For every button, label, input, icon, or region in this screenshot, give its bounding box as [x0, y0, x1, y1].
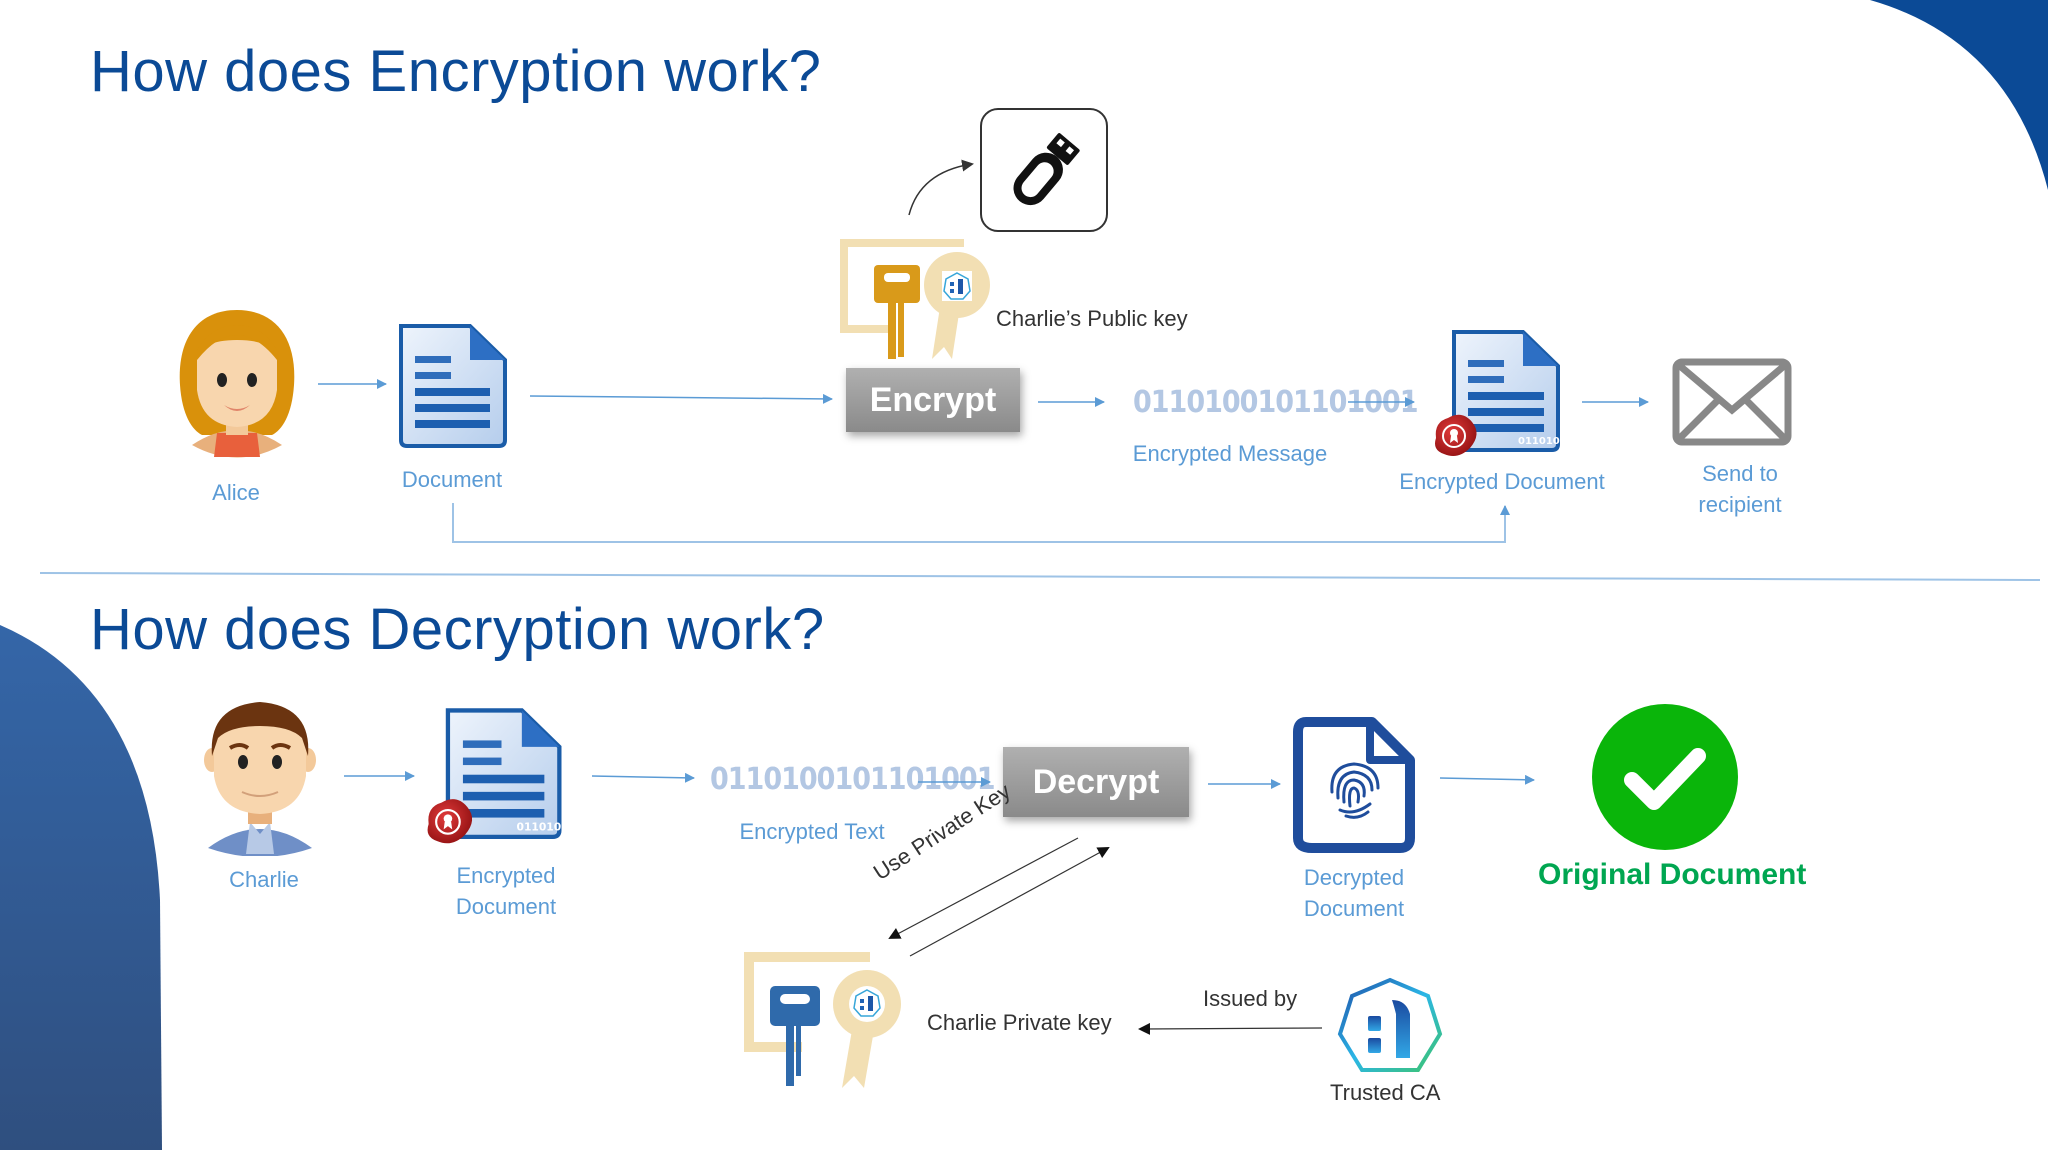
private-key-label: Charlie Private key: [927, 1010, 1112, 1035]
section-divider: [39, 572, 2041, 581]
person-female-icon: [179, 310, 295, 458]
decrypted-document-line2: Document: [1303, 896, 1405, 921]
alice-label: Alice: [212, 480, 260, 505]
encrypted-document-icon[interactable]: 0110100: [424, 704, 564, 854]
doc-binary-stamp: 0110100: [1518, 436, 1562, 447]
private-key-certificate-icon: [744, 952, 901, 1088]
encryption-title: How does Encryption work?: [90, 39, 822, 104]
usb-drive-box[interactable]: [980, 108, 1108, 232]
encrypted-binary-text: 0110100101101001: [710, 762, 995, 797]
top-right-corner-shape: [1870, 0, 2048, 190]
issued-by-label: Issued by: [1203, 986, 1298, 1011]
checkmark-circle-icon: [1592, 704, 1738, 850]
encrypted-message-label: Encrypted Message: [1132, 441, 1328, 466]
doc-binary-stamp: 0110100: [517, 820, 565, 833]
encrypted-text-label: Encrypted Text: [739, 819, 885, 844]
send-to-recipient-label: Send to recipient: [1670, 458, 1810, 520]
document-icon[interactable]: [395, 320, 510, 450]
encrypted-document-line2: Document: [455, 894, 557, 919]
trusted-ca-label: Trusted CA: [1330, 1080, 1441, 1105]
encrypted-document-label: Encrypted Document: [1399, 469, 1605, 494]
encrypted-document-line1: Encrypted: [456, 863, 556, 888]
trusted-ca-logo-icon[interactable]: [1336, 976, 1444, 1080]
charlie-label: Charlie: [229, 867, 299, 892]
decrypted-document-line1: Decrypted: [1303, 865, 1405, 890]
send-label-line2: recipient: [1698, 492, 1782, 517]
usb-drive-icon: [1013, 133, 1080, 206]
public-key-certificate-icon: [840, 239, 990, 359]
bottom-left-arc-shape: [0, 625, 162, 1150]
decrypt-button[interactable]: Decrypt: [1003, 747, 1189, 817]
send-label-line1: Send to: [1702, 461, 1778, 486]
encrypted-binary-text: 0110100101101001: [1133, 385, 1418, 420]
encrypted-document-icon[interactable]: 0110100: [1432, 326, 1562, 466]
document-label: Document: [401, 467, 503, 492]
envelope-icon[interactable]: [1672, 358, 1792, 448]
person-male-icon: [204, 702, 316, 856]
original-document-label: Original Document: [1538, 858, 1807, 891]
decryption-title: How does Decryption work?: [90, 597, 825, 662]
fingerprint-document-icon[interactable]: [1292, 716, 1418, 856]
public-key-label: Charlie’s Public key: [996, 306, 1188, 331]
decrypted-document-label: Decrypted Document: [1280, 862, 1428, 924]
encrypt-button[interactable]: Encrypt: [846, 368, 1020, 432]
encrypted-document-label: Encrypted Document: [436, 860, 576, 922]
